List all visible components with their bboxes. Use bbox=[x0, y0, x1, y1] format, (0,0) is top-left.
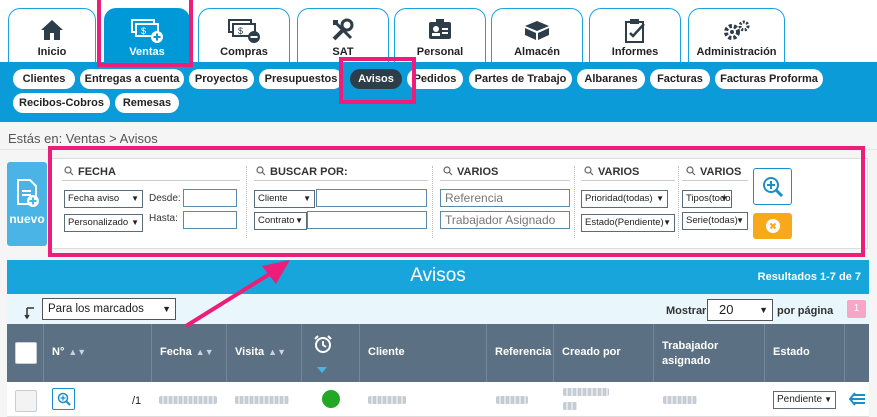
alarm-clock-icon bbox=[314, 335, 332, 353]
header-creado-por[interactable]: Creado por bbox=[554, 324, 654, 382]
corner-arrow-icon bbox=[24, 307, 34, 320]
table-row[interactable]: /1 Pendiente ▼ bbox=[7, 382, 869, 417]
redacted-reference bbox=[496, 396, 528, 404]
highlight-filter-panel bbox=[48, 146, 865, 257]
submenu-clientes[interactable]: Clientes bbox=[13, 69, 75, 89]
header-cliente[interactable]: Cliente bbox=[360, 324, 487, 382]
cash-minus-icon: $ bbox=[199, 18, 289, 43]
per-page-select[interactable]: 20 ▼ bbox=[707, 299, 773, 321]
results-header: Avisos Resultados 1-7 de 7 bbox=[7, 260, 869, 294]
new-document-icon bbox=[17, 179, 39, 207]
header-actions bbox=[845, 324, 869, 382]
header-referencia[interactable]: Referencia bbox=[487, 324, 554, 382]
annotation-arrow bbox=[184, 260, 290, 328]
module-tab-administracion[interactable]: Administración bbox=[688, 8, 785, 62]
header-select-all-cell bbox=[7, 324, 44, 382]
header-estado[interactable]: Estado bbox=[765, 324, 845, 382]
header-fecha[interactable]: Fecha ▲▼ bbox=[152, 324, 227, 382]
redacted-visit bbox=[235, 396, 289, 404]
chevron-down-icon: ▼ bbox=[824, 395, 832, 404]
module-tab-almacen[interactable]: Almacén bbox=[491, 8, 583, 62]
per-page-label: por página bbox=[777, 305, 834, 317]
sort-icon: ▲▼ bbox=[68, 347, 87, 357]
zoom-in-icon bbox=[57, 392, 71, 406]
module-tab-personal[interactable]: Personal bbox=[394, 8, 486, 62]
home-icon bbox=[9, 18, 95, 42]
sort-icon: ▲▼ bbox=[195, 347, 214, 357]
page-button-1[interactable]: 1 bbox=[847, 300, 866, 318]
highlight-avisos bbox=[339, 57, 416, 104]
new-button[interactable]: nuevo bbox=[7, 162, 47, 246]
header-alarm[interactable] bbox=[302, 324, 360, 382]
highlight-ventas bbox=[97, 0, 193, 67]
results-title: Avisos bbox=[410, 265, 466, 286]
tools-icon bbox=[298, 18, 388, 42]
redacted-client bbox=[368, 396, 406, 404]
module-tab-sat[interactable]: SAT bbox=[297, 8, 389, 62]
redacted-creator bbox=[563, 388, 609, 396]
redacted-worker bbox=[663, 396, 697, 404]
bulk-action-select[interactable]: Para los marcados ▼ bbox=[42, 298, 176, 320]
show-label: Mostrar bbox=[666, 305, 707, 317]
submenu-facturas-proforma[interactable]: Facturas Proforma bbox=[715, 69, 823, 89]
row-checkbox[interactable] bbox=[15, 390, 37, 412]
header-trabajador-asignado[interactable]: Trabajador asignado bbox=[654, 324, 765, 382]
row-status-select[interactable]: Pendiente ▼ bbox=[773, 391, 836, 409]
submenu-proyectos[interactable]: Proyectos bbox=[189, 69, 254, 89]
submenu-albaranes[interactable]: Albaranes bbox=[577, 69, 645, 89]
arrow-left-icon[interactable] bbox=[849, 391, 867, 407]
select-all-checkbox[interactable] bbox=[15, 342, 37, 364]
header-number[interactable]: N° ▲▼ bbox=[44, 324, 152, 382]
gears-icon bbox=[689, 18, 784, 42]
row-view-button[interactable] bbox=[52, 388, 75, 410]
sort-down-icon bbox=[317, 367, 327, 373]
boxes-icon bbox=[492, 18, 582, 42]
redacted-date bbox=[159, 396, 217, 404]
submenu-remesas[interactable]: Remesas bbox=[115, 93, 179, 113]
results-count: Resultados 1-7 de 7 bbox=[757, 271, 861, 283]
submenu-recibos-cobros[interactable]: Recibos-Cobros bbox=[13, 93, 110, 113]
breadcrumb: Estás en: Ventas > Avisos bbox=[8, 131, 158, 146]
chevron-down-icon: ▼ bbox=[759, 305, 768, 315]
submenu-presupuestos[interactable]: Presupuestos bbox=[259, 69, 343, 89]
module-tab-inicio[interactable]: Inicio bbox=[8, 8, 96, 62]
module-tab-informes[interactable]: Informes bbox=[589, 8, 681, 62]
chevron-down-icon: ▼ bbox=[162, 304, 171, 314]
row-number: /1 bbox=[132, 395, 142, 407]
module-tab-compras[interactable]: $ Compras bbox=[198, 8, 290, 62]
header-visita[interactable]: Visita ▲▼ bbox=[227, 324, 302, 382]
sort-icon: ▲▼ bbox=[268, 347, 286, 357]
status-indicator-dot bbox=[322, 390, 340, 408]
id-card-icon bbox=[395, 18, 485, 42]
clipboard-check-icon bbox=[590, 18, 680, 43]
redacted-creator-2 bbox=[563, 402, 577, 410]
submenu-facturas[interactable]: Facturas bbox=[650, 69, 710, 89]
submenu-partes-de-trabajo[interactable]: Partes de Trabajo bbox=[469, 69, 572, 89]
submenu-entregas-a-cuenta[interactable]: Entregas a cuenta bbox=[80, 69, 184, 89]
submenu-bar: Clientes Entregas a cuenta Proyectos Pre… bbox=[0, 62, 877, 122]
svg-text:$: $ bbox=[238, 26, 243, 36]
